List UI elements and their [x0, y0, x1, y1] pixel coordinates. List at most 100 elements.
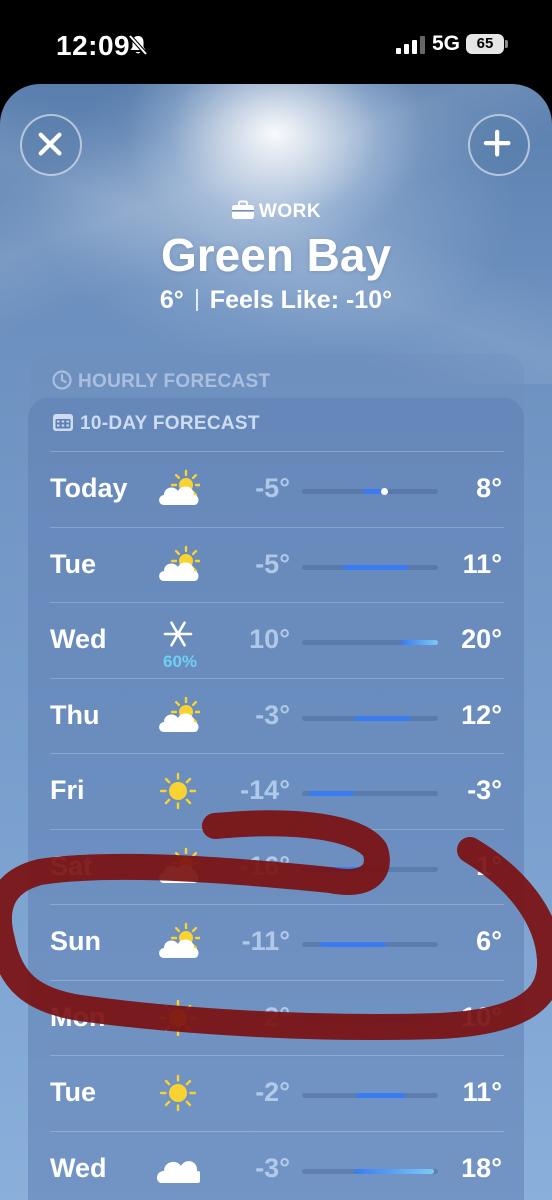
temp-range-bar: [302, 1017, 438, 1023]
sun-icon: [159, 999, 197, 1036]
day-label: Tue: [50, 548, 96, 579]
forecast-row[interactable]: Wed -3° 18°: [50, 1130, 504, 1200]
day-label: Sun: [50, 926, 101, 956]
temp-range-fill: [356, 1093, 406, 1098]
low-temp: 10°: [249, 624, 290, 654]
temp-range-fill: [319, 942, 387, 947]
day-label: Sat: [50, 850, 93, 881]
high-temp: 1°: [476, 850, 502, 881]
bell-slash-icon: [128, 34, 148, 56]
temp-range-bar: [302, 488, 438, 495]
high-temp: 12°: [461, 699, 502, 730]
row-divider: [50, 1130, 504, 1132]
low-temp: -2°: [255, 1077, 290, 1107]
clock-icon: [52, 370, 72, 390]
sun-icon: [159, 1074, 197, 1112]
low-temp: -5°: [255, 548, 290, 579]
forecast-row[interactable]: Fri -14° -3°: [50, 753, 504, 829]
forecast-row[interactable]: Sat -16° 1°: [50, 828, 504, 905]
high-temp: 11°: [462, 548, 502, 579]
temp-range-bar: [302, 866, 438, 872]
temp-range-fill: [342, 564, 409, 570]
partly-sunny-icon: [159, 847, 200, 883]
hourly-forecast-title: HOURLY FORECAST: [78, 371, 271, 392]
forecast-row[interactable]: Thu -3° 12°: [50, 677, 504, 754]
low-temp: -5°: [255, 473, 290, 503]
temp-range-bar: [302, 942, 438, 947]
row-divider: [50, 526, 504, 528]
partly-sunny-icon: [159, 469, 200, 505]
day-label: Wed: [50, 1152, 107, 1183]
forecast-row[interactable]: Tue -5° 11°: [50, 526, 504, 603]
briefcase-icon: [231, 200, 254, 219]
row-divider: [50, 677, 504, 679]
plus-icon: [483, 129, 511, 157]
day-label: Wed: [50, 624, 107, 654]
hourly-forecast-header: HOURLY FORECAST: [52, 370, 270, 393]
temp-range-bar: [302, 564, 438, 570]
high-temp: 18°: [461, 1152, 502, 1183]
forecast-row[interactable]: Tue -2° 11°: [50, 1055, 504, 1131]
network-type: 5G: [432, 32, 461, 55]
partly-sunny-icon: [159, 696, 200, 732]
temp-range-fill: [308, 791, 354, 796]
low-temp: -3°: [255, 699, 290, 730]
partly-sunny-icon: [159, 922, 200, 958]
forecast-row[interactable]: Wed 60% 10° 20°: [50, 602, 504, 678]
temp-range-bar: [302, 640, 438, 645]
feels-like: Feels Like: -10°: [209, 286, 393, 314]
battery-icon: 65: [466, 34, 504, 54]
signal-bars-icon: [396, 36, 425, 54]
high-temp: -3°: [467, 775, 502, 805]
high-temp: 6°: [476, 926, 502, 956]
row-divider: [50, 1055, 504, 1056]
row-divider: [50, 979, 504, 981]
ten-day-forecast-header: 10-DAY FORECAST: [52, 412, 260, 435]
row-divider: [50, 602, 504, 603]
precip-chance: 60%: [162, 652, 198, 671]
status-time: 12:09: [56, 30, 131, 61]
add-location-button[interactable]: [468, 114, 530, 176]
close-button[interactable]: [20, 114, 82, 176]
temp-range-fill: [353, 1168, 434, 1174]
forecast-row[interactable]: Mon 2° 10°: [50, 979, 504, 1056]
divider: [195, 289, 198, 311]
cloud-icon: [157, 1160, 200, 1183]
forecast-row[interactable]: Sun -11° 6°: [50, 904, 504, 980]
low-temp: -11°: [241, 926, 290, 956]
temp-range-fill: [353, 715, 411, 721]
low-temp: -16°: [240, 850, 290, 881]
forecast-row[interactable]: Today -5° 8°: [50, 451, 504, 527]
current-temp: 6°: [159, 286, 184, 314]
low-temp: -3°: [255, 1152, 290, 1183]
row-divider: [50, 753, 504, 754]
day-label: Tue: [50, 1077, 96, 1107]
day-label: Fri: [50, 775, 85, 805]
calendar-icon: [53, 414, 73, 431]
location-tag: WORK: [0, 200, 552, 223]
high-temp: 20°: [461, 624, 502, 654]
high-temp: 10°: [461, 1001, 502, 1032]
current-temp-dot: [380, 488, 388, 495]
high-temp: 11°: [462, 1077, 502, 1107]
close-icon: [38, 132, 62, 156]
day-label: Thu: [50, 699, 100, 730]
partly-sunny-icon: [159, 545, 200, 581]
weather-sheet: WORK Green Bay 6° Feels Like: -10° HOURLY…: [0, 84, 552, 1200]
temp-range-fill: [302, 866, 365, 872]
sun-icon: [159, 772, 197, 810]
row-divider: [50, 451, 504, 452]
low-temp: 2°: [264, 1001, 290, 1032]
temp-range-bar: [302, 715, 438, 721]
low-temp: -14°: [240, 775, 290, 805]
temp-range-bar: [302, 1093, 438, 1098]
city-name: Green Bay: [160, 229, 392, 281]
row-divider: [50, 828, 504, 830]
high-temp: 8°: [476, 473, 502, 503]
status-bar: 12:09 5G 65: [0, 0, 552, 84]
ten-day-forecast-title: 10-DAY FORECAST: [80, 413, 260, 434]
battery-cap: [505, 40, 508, 48]
temp-range-bar: [302, 1168, 438, 1174]
day-label: Today: [50, 473, 128, 503]
temp-range-fill: [376, 1017, 409, 1023]
